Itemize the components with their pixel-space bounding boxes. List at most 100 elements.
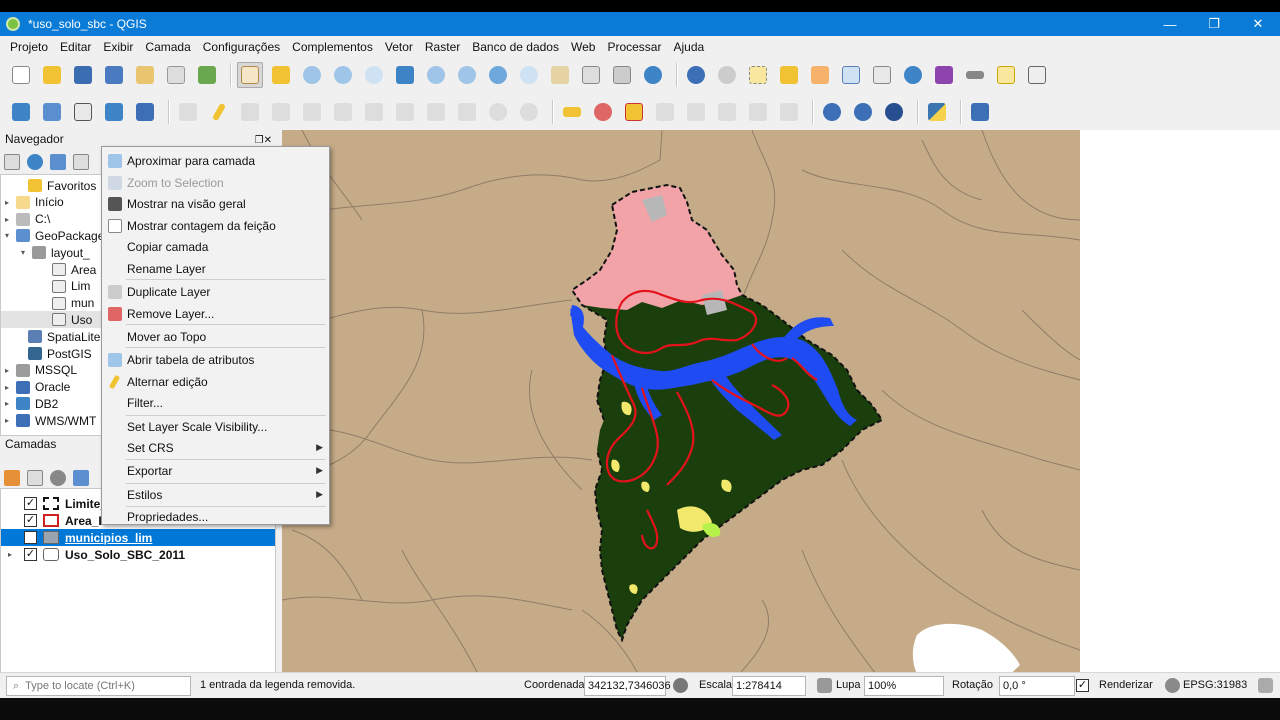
coordinate-field[interactable]: 342132,7346036 (584, 676, 671, 696)
new-bookmark-button[interactable] (578, 62, 604, 88)
change-label-button[interactable] (776, 99, 802, 125)
menu-configuracoes[interactable]: Configurações (197, 40, 286, 54)
style-manager-button[interactable] (194, 62, 220, 88)
magnifier-spinbox[interactable]: 100% (864, 676, 944, 696)
expand-arrow-icon[interactable]: ▾ (17, 248, 29, 257)
refresh-button[interactable] (640, 62, 666, 88)
expand-arrow-icon[interactable]: ▸ (1, 215, 13, 224)
menu-exibir[interactable]: Exibir (97, 40, 139, 54)
expand-arrow-icon[interactable]: ▸ (4, 550, 16, 559)
deselect-button[interactable] (807, 62, 833, 88)
save-as-button[interactable] (101, 62, 127, 88)
rotate-label-button[interactable] (745, 99, 771, 125)
context-menu-item[interactable]: Rename Layer (102, 258, 329, 279)
save-project-button[interactable] (70, 62, 96, 88)
expand-arrow-icon[interactable]: ▸ (1, 366, 13, 375)
context-menu-item[interactable]: Exportar ▶ (102, 460, 329, 481)
highlight-pinned-button[interactable] (621, 99, 647, 125)
layer-visibility-checkbox[interactable]: ✓ (24, 531, 37, 544)
menu-complementos[interactable]: Complementos (286, 40, 379, 54)
lock-icon[interactable] (817, 678, 832, 693)
measure-button[interactable] (962, 62, 988, 88)
menu-vetor[interactable]: Vetor (379, 40, 419, 54)
context-menu-item[interactable]: Abrir tabela de atributos (102, 349, 329, 370)
eye-icon[interactable] (50, 470, 66, 486)
search-layers-button[interactable] (819, 99, 845, 125)
pin-labels-button[interactable] (652, 99, 678, 125)
help-button[interactable] (967, 99, 993, 125)
layer-visibility-checkbox[interactable]: ✓ (24, 497, 37, 510)
layout-manager-button[interactable] (163, 62, 189, 88)
crs-globe-icon[interactable] (1165, 678, 1180, 693)
expand-arrow-icon[interactable]: ▾ (1, 231, 13, 240)
filter-legend-icon[interactable] (73, 470, 89, 486)
layer-visibility-checkbox[interactable]: ✓ (24, 548, 37, 561)
zoom-next-button[interactable] (516, 62, 542, 88)
copy-features-button[interactable] (423, 99, 449, 125)
open-project-button[interactable] (39, 62, 65, 88)
toolbox-button[interactable] (900, 62, 926, 88)
new-geopackage-button[interactable] (39, 99, 65, 125)
context-menu-item[interactable]: Propriedades... (102, 506, 329, 527)
context-menu-item[interactable]: Mostrar contagem da feição (102, 215, 329, 236)
add-group-icon[interactable] (27, 470, 43, 486)
zoom-last-button[interactable] (485, 62, 511, 88)
context-menu-item[interactable]: Estilos ▶ (102, 484, 329, 505)
context-menu-item[interactable]: Duplicate Layer (102, 281, 329, 302)
show-bookmarks-button[interactable] (609, 62, 635, 88)
style-icon[interactable] (4, 470, 20, 486)
context-menu-item[interactable]: Mostrar na visão geral (102, 193, 329, 214)
menu-ajuda[interactable]: Ajuda (667, 40, 710, 54)
zoom-native-button[interactable] (361, 62, 387, 88)
maximize-button[interactable]: ❐ (1192, 12, 1236, 36)
new-map-view-button[interactable] (547, 62, 573, 88)
map-tips-button[interactable] (993, 62, 1019, 88)
context-menu-item[interactable]: Set Layer Scale Visibility... (102, 416, 329, 437)
statistics-button[interactable] (931, 62, 957, 88)
context-menu-item[interactable]: Remove Layer... (102, 303, 329, 324)
zoom-layer-button[interactable] (454, 62, 480, 88)
metasearch-button[interactable] (850, 99, 876, 125)
diagram-options-button[interactable] (590, 99, 616, 125)
expand-arrow-icon[interactable]: ▸ (1, 198, 13, 207)
refresh-icon[interactable] (27, 154, 43, 170)
text-annotation-button[interactable] (1024, 62, 1050, 88)
osm-button[interactable] (881, 99, 907, 125)
zoom-full-button[interactable] (392, 62, 418, 88)
context-menu-item[interactable]: Filter... (102, 392, 329, 413)
field-calculator-button[interactable] (869, 62, 895, 88)
layer-row[interactable]: ▸ ✓ Uso_Solo_SBC_2011 (1, 546, 275, 563)
current-edits-button[interactable] (175, 99, 201, 125)
add-selected-icon[interactable] (4, 154, 20, 170)
messages-icon[interactable] (1258, 678, 1273, 693)
filter-icon[interactable] (50, 154, 66, 170)
minimize-button[interactable]: — (1148, 12, 1192, 36)
coordinate-toggle-icon[interactable] (673, 678, 688, 693)
layer-visibility-checkbox[interactable]: ✓ (24, 514, 37, 527)
menu-camada[interactable]: Camada (139, 40, 196, 54)
pan-to-selection-button[interactable] (268, 62, 294, 88)
run-action-button[interactable] (714, 62, 740, 88)
label-toolbar-button[interactable] (559, 99, 585, 125)
python-console-button[interactable] (924, 99, 950, 125)
menu-web[interactable]: Web (565, 40, 601, 54)
paste-features-button[interactable] (454, 99, 480, 125)
collapse-icon[interactable] (73, 154, 89, 170)
menu-editar[interactable]: Editar (54, 40, 97, 54)
menu-processar[interactable]: Processar (601, 40, 667, 54)
zoom-out-button[interactable] (330, 62, 356, 88)
crs-label[interactable]: EPSG:31983 (1183, 679, 1247, 691)
expand-arrow-icon[interactable]: ▸ (1, 399, 13, 408)
locator-search-input[interactable]: ⌕ Type to locate (Ctrl+K) (6, 676, 191, 696)
modify-attributes-button[interactable] (330, 99, 356, 125)
new-project-button[interactable] (8, 62, 34, 88)
layer-row[interactable]: ✓ municipios_lim (1, 529, 275, 546)
redo-button[interactable] (516, 99, 542, 125)
map-canvas[interactable] (282, 130, 1080, 682)
add-wms-button[interactable] (132, 99, 158, 125)
undo-button[interactable] (485, 99, 511, 125)
render-checkbox[interactable]: ✓ (1076, 679, 1089, 692)
select-features-button[interactable] (745, 62, 771, 88)
zoom-selection-button[interactable] (423, 62, 449, 88)
add-vector-button[interactable] (70, 99, 96, 125)
